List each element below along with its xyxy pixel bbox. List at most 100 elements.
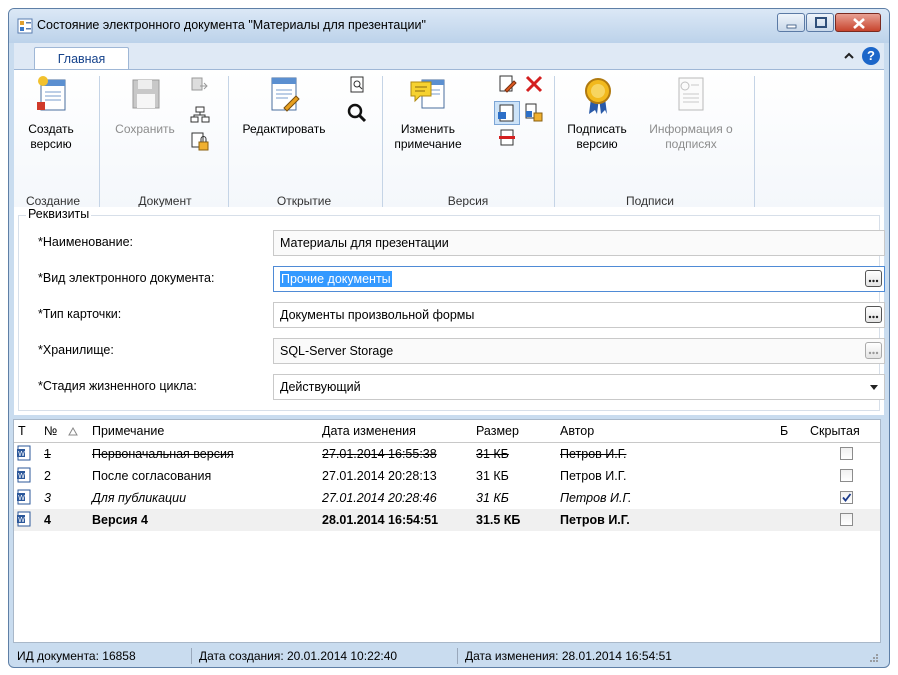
save-button[interactable]: Сохранить (110, 74, 180, 137)
svg-text:W: W (18, 494, 25, 502)
name-field[interactable]: Материалы для презентации (273, 230, 885, 256)
card-type-label: *Тип карточки: (38, 307, 122, 321)
ribbon-separator (382, 76, 383, 208)
hidden-checkbox-checked[interactable] (840, 491, 853, 504)
card-type-field[interactable]: Документы произвольной формы (273, 302, 885, 328)
table-row[interactable]: W 1 Первоначальная версия 27.01.2014 16:… (14, 443, 880, 465)
version-note: Для публикации (92, 491, 187, 505)
card-type-value: Документы произвольной формы (280, 308, 475, 322)
table-header: Т № Примечание Дата изменения Размер Авт… (14, 420, 880, 443)
col-date[interactable]: Дата изменения (322, 424, 416, 438)
note-icon (410, 79, 445, 109)
version-number: 1 (44, 447, 51, 461)
storage-select-button[interactable] (865, 342, 882, 359)
chevron-up-icon[interactable] (842, 49, 856, 63)
doc-kind-select-button[interactable] (865, 270, 882, 287)
delete-icon[interactable] (524, 74, 544, 94)
search-icon[interactable] (346, 102, 368, 124)
lifecycle-select[interactable]: Действующий (273, 374, 885, 400)
col-hidden[interactable]: Скрытая (810, 424, 860, 438)
document-app-icon (17, 18, 33, 34)
status-separator (457, 648, 458, 664)
version-date: 27.01.2014 20:28:46 (322, 491, 437, 505)
minimize-button[interactable] (777, 13, 805, 32)
restore-button[interactable] (806, 13, 834, 32)
version-number: 2 (44, 469, 51, 483)
col-number[interactable]: № (44, 424, 57, 438)
change-note-button[interactable]: Изменить примечание (388, 74, 468, 152)
status-doc-id: ИД документа: 16858 (17, 649, 136, 663)
signature-info-icon (678, 77, 704, 111)
signature-info-button[interactable]: Информация о подписях (640, 74, 742, 152)
new-document-icon (37, 76, 66, 111)
resize-grip-icon[interactable] (869, 653, 879, 663)
group-label-open: Открытие (276, 194, 332, 208)
preview-icon[interactable] (348, 76, 366, 94)
version-lock-icon[interactable] (524, 103, 544, 123)
change-note-label: Изменить примечание (394, 122, 462, 151)
col-note[interactable]: Примечание (92, 424, 164, 438)
lifecycle-value: Действующий (280, 380, 361, 394)
storage-value: SQL-Server Storage (280, 344, 394, 358)
ellipsis-icon (868, 279, 879, 283)
sign-version-button[interactable]: Подписать версию (560, 74, 634, 152)
storage-field[interactable]: SQL-Server Storage (273, 338, 885, 364)
edit-version-icon[interactable] (498, 74, 518, 94)
col-type[interactable]: Т (18, 424, 26, 438)
ribbon-separator (754, 76, 755, 208)
group-label-version: Версия (447, 194, 489, 208)
checkmark-icon (842, 493, 852, 502)
save-icon (132, 79, 160, 109)
doc-kind-field[interactable]: Прочие документы (273, 266, 885, 292)
document-version-icon (498, 104, 514, 122)
col-b[interactable]: Б (780, 424, 788, 438)
hidden-checkbox[interactable] (840, 447, 853, 460)
export-icon[interactable] (190, 76, 210, 94)
create-version-button[interactable]: Создать версию (20, 74, 82, 152)
restore-icon (815, 17, 827, 28)
status-bar: ИД документа: 16858 Дата создания: 20.01… (13, 647, 881, 667)
version-size: 31 КБ (476, 469, 509, 483)
group-label-signatures: Подписи (626, 194, 674, 208)
help-icon[interactable]: ? (862, 47, 880, 65)
col-size[interactable]: Размер (476, 424, 519, 438)
status-separator (191, 648, 192, 664)
edit-button[interactable]: Редактировать (234, 74, 334, 137)
svg-text:W: W (18, 516, 25, 524)
doc-kind-label: *Вид электронного документа: (38, 271, 215, 285)
card-type-select-button[interactable] (865, 306, 882, 323)
chevron-down-icon[interactable] (870, 385, 878, 390)
save-label: Сохранить (115, 122, 175, 136)
minimize-icon (786, 24, 797, 29)
version-size: 31.5 КБ (476, 513, 521, 527)
properties-panel: Реквизиты *Наименование: Материалы для п… (14, 207, 885, 415)
table-row-selected[interactable]: W 4 Версия 4 28.01.2014 16:54:51 31.5 КБ… (14, 509, 880, 531)
name-value: Материалы для презентации (280, 236, 449, 250)
version-author: Петров И.Г. (560, 513, 630, 527)
lock-document-icon[interactable] (190, 132, 210, 152)
storage-label: *Хранилище: (38, 343, 114, 357)
table-row[interactable]: W 2 После согласования 27.01.2014 20:28:… (14, 465, 880, 487)
version-author: Петров И.Г. (560, 469, 627, 483)
hidden-checkbox[interactable] (840, 469, 853, 482)
active-version-button[interactable] (494, 101, 520, 125)
sign-version-label: Подписать версию (567, 122, 627, 151)
ribbon-separator (99, 76, 100, 208)
edit-label: Редактировать (242, 122, 326, 136)
version-note: После согласования (92, 469, 212, 483)
signature-info-label: Информация о подписях (649, 122, 733, 151)
hidden-checkbox[interactable] (840, 513, 853, 526)
document-status-window: Состояние электронного документа "Матери… (8, 8, 890, 668)
version-note: Первоначальная версия (92, 447, 234, 461)
properties-legend: Реквизиты (26, 207, 92, 221)
tab-main[interactable]: Главная (34, 47, 129, 70)
version-list-icon[interactable] (498, 128, 518, 148)
edit-document-icon (271, 77, 300, 112)
version-number: 3 (44, 491, 51, 505)
structure-icon[interactable] (190, 106, 210, 124)
close-button[interactable] (835, 13, 881, 32)
col-author[interactable]: Автор (560, 424, 594, 438)
table-row[interactable]: W 3 Для публикации 27.01.2014 20:28:46 3… (14, 487, 880, 509)
status-modified: Дата изменения: 28.01.2014 16:54:51 (465, 649, 672, 663)
window-title: Состояние электронного документа "Матери… (37, 18, 426, 32)
